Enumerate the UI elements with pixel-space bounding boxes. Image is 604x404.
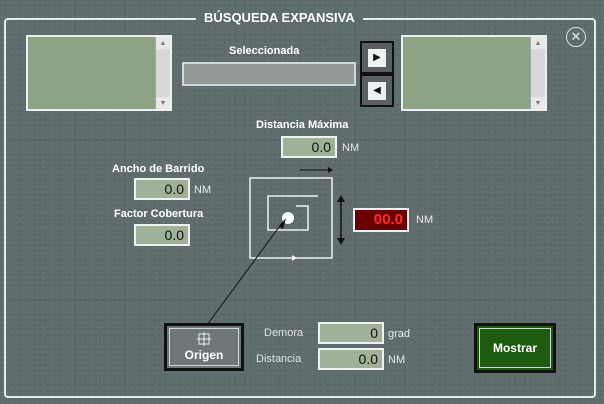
origin-button[interactable]: Origen [164,323,244,371]
computed-distance-display: 00.0 [353,208,409,232]
bearing-label: Demora [264,327,304,339]
distance-label: Distancia [256,353,302,365]
distance-unit: NM [388,354,406,366]
bearing-field[interactable]: 0 [318,322,384,344]
computed-distance-unit: NM [416,214,434,226]
crosshair-icon [197,332,211,346]
distance-field[interactable]: 0.0 [318,348,384,370]
show-button[interactable]: Mostrar [474,323,556,373]
bearing-unit: grad [388,328,411,340]
show-button-label: Mostrar [492,341,537,355]
origin-button-label: Origen [184,348,224,362]
